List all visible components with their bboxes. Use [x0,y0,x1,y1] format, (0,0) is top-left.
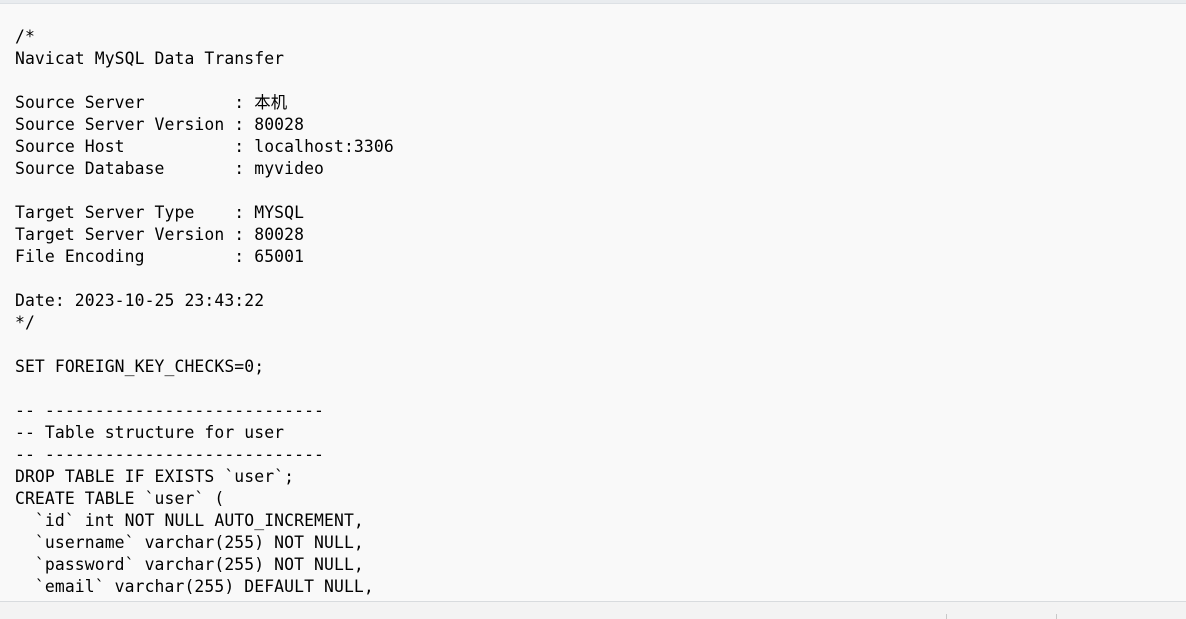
code-line: Navicat MySQL Data Transfer [15,49,285,68]
code-line: Source Database : myvideo [15,159,325,178]
code-line: Source Server : 本机 [15,93,288,112]
code-line: Source Host : localhost:3306 [15,137,394,156]
code-line: CREATE TABLE `user` ( [15,489,225,508]
status-bar [0,601,1186,619]
code-line: */ [15,313,35,332]
code-line: -- Table structure for user [15,423,285,442]
code-line: File Encoding : 65001 [15,247,305,266]
code-line: Target Server Version : 80028 [15,225,305,244]
code-text: /* Navicat MySQL Data Transfer Source Serv… [15,26,394,598]
code-line: DROP TABLE IF EXISTS `user`; [15,467,295,486]
code-line: -- ---------------------------- [15,401,325,420]
code-line: -- ---------------------------- [15,445,325,464]
code-line: `email` varchar(255) DEFAULT NULL, [15,577,374,596]
text-editor-area[interactable]: /* Navicat MySQL Data Transfer Source Serv… [0,4,1186,600]
code-line: SET FOREIGN_KEY_CHECKS=0; [15,357,265,376]
code-line: Target Server Type : MYSQL [15,203,305,222]
code-line: /* [15,27,35,46]
code-line: `id` int NOT NULL AUTO_INCREMENT, [15,511,364,530]
status-divider [1056,614,1057,619]
code-line: Source Server Version : 80028 [15,115,305,134]
code-line: `password` varchar(255) NOT NULL, [15,555,364,574]
code-line: Date: 2023-10-25 23:43:22 [15,291,265,310]
code-line: `username` varchar(255) NOT NULL, [15,533,364,552]
status-divider [946,614,947,619]
